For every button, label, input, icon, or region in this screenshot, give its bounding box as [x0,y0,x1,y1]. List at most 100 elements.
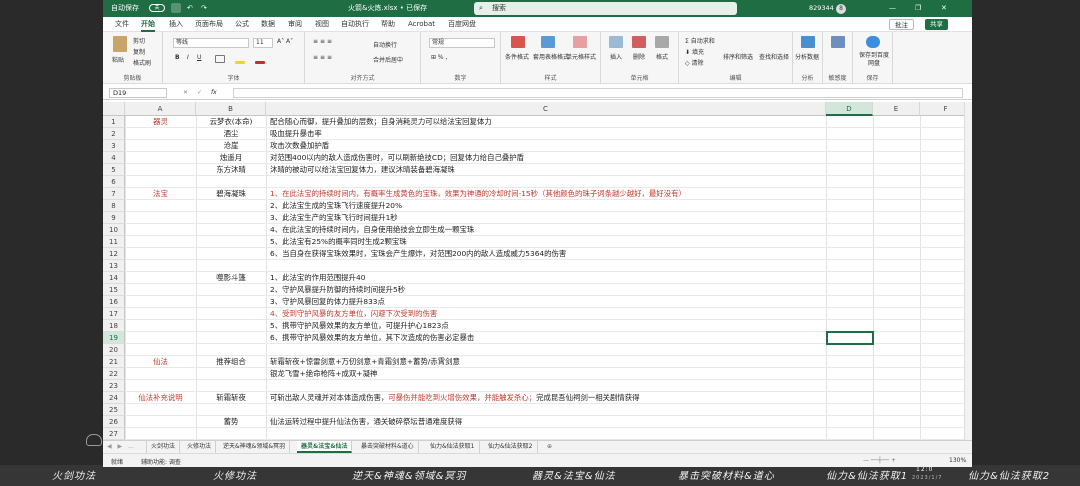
cell-b[interactable]: 推荐组合 [196,356,266,368]
row-header[interactable]: 1 [103,116,125,128]
save-icon[interactable] [171,0,181,17]
font-size-select[interactable]: 11 [253,38,273,48]
col-header-d[interactable]: D [826,102,873,116]
cell-b[interactable]: 蓄势 [196,416,266,428]
row-header[interactable]: 20 [103,344,125,356]
row-header[interactable]: 24 [103,392,125,404]
tab-xianli-1[interactable]: 仙力&仙法获取1 [426,441,480,453]
menu-review[interactable]: 审阅 [288,17,302,32]
cell-c[interactable]: 2、此法宝生成的宝珠飞行速度提升20% [270,200,402,212]
cell-b[interactable]: 酒尘 [196,128,266,140]
share-button[interactable]: 共享 [925,19,948,30]
autosum-button[interactable]: Σ 自动求和 [685,36,715,45]
number-format-select[interactable]: 常规 [429,38,495,48]
cell-b[interactable]: 云梦衣(本命) [196,116,266,128]
wrap-text-button[interactable]: 自动换行 [373,40,397,49]
delete-cells-button[interactable]: 删除 [633,52,645,61]
merge-center-button[interactable]: 合并后居中 [373,55,403,64]
paste-icon[interactable] [113,36,127,52]
cell-c[interactable]: 5、携带守护风暴效果的友方单位，可提升护心1823点 [270,320,449,332]
format-cells-button[interactable]: 格式 [656,52,668,61]
underline-icon[interactable]: U [197,54,201,61]
align-top-icons[interactable]: ≡≡≡ [313,38,334,45]
cancel-icon[interactable]: ✕ [183,89,188,96]
row-header[interactable]: 6 [103,176,125,188]
row-header[interactable]: 19 [103,332,125,344]
select-all-corner[interactable] [103,102,125,116]
analyze-data-button[interactable]: 分析数据 [795,52,819,61]
comments-button[interactable]: 批注 [889,19,914,30]
cell-a[interactable]: 法宝 [125,188,196,200]
cell-c[interactable]: 6、携带守护风暴效果的友方单位，其下次造成的伤害必定暴击 [270,332,474,344]
find-select-button[interactable]: 查找和选择 [759,52,789,61]
format-painter-button[interactable]: 格式刷 [133,58,151,67]
cell-b[interactable]: 碧海凝珠 [196,188,266,200]
cell-c[interactable]: 沐晴的被动可以给法宝回复体力，建议沐晴装备碧海凝珠 [270,164,455,176]
row-header[interactable]: 26 [103,416,125,428]
cell-c[interactable]: 1、在此法宝的持续时间内，有概率生成黄色的宝珠，效果为神通的冷却时间-15秒（其… [270,188,686,200]
analyze-data-icon[interactable] [801,36,815,48]
row-header[interactable]: 16 [103,296,125,308]
cell-c[interactable]: 斩霜斩夜+惊雷剑意+万仞剑意+青霜剑意+蓄势/赤霄剑意 [270,356,460,368]
col-header-e[interactable]: E [873,102,920,116]
insert-cells-button[interactable]: 插入 [610,52,622,61]
menu-home[interactable]: 开始 [141,17,155,32]
row-header[interactable]: 3 [103,140,125,152]
cell-c[interactable]: 4、在此法宝的持续时间内，自身使用绝技会立即生成一颗宝珠 [270,224,474,236]
cell-b[interactable]: 沧崖 [196,140,266,152]
currency-icon[interactable]: ⊞ % , [431,54,447,61]
undo-icon[interactable]: ↶ [187,0,193,17]
menu-help[interactable]: 帮助 [381,17,395,32]
clear-button[interactable]: ◇ 清除 [685,58,704,67]
menu-formulas[interactable]: 公式 [235,17,249,32]
row-header[interactable]: 5 [103,164,125,176]
cell-a[interactable]: 仙法 [125,356,196,368]
worksheet-grid[interactable]: A B C D E F 1 器灵 云梦衣(本命) 配合随心而御，提升叠加的层数；自身消… [103,102,972,440]
row-header[interactable]: 10 [103,224,125,236]
table-format-icon[interactable] [541,36,555,48]
cell-c[interactable]: 1、此法宝的作用范围提升40 [270,272,365,284]
row-header[interactable]: 9 [103,212,125,224]
avatar[interactable]: 8 [836,4,846,14]
restore-icon[interactable]: ❐ [915,0,921,17]
cell-style-icon[interactable] [573,36,587,48]
zoom-slider[interactable]: — ──┼── + [863,457,896,464]
cell-c[interactable]: 银龙飞雪+绝命枪阵+成双+凝神 [270,368,377,380]
paste-label[interactable]: 粘贴 [112,55,124,64]
row-header[interactable]: 21 [103,356,125,368]
menu-view[interactable]: 视图 [315,17,329,32]
vertical-scrollbar[interactable] [964,102,972,440]
bold-icon[interactable]: B [175,54,180,61]
cut-button[interactable]: 剪切 [133,36,145,45]
cell-c[interactable]: 配合随心而御，提升叠加的层数；自身消耗灵力可以给法宝回复体力 [270,116,492,128]
row-header[interactable]: 14 [103,272,125,284]
conditional-format-button[interactable]: 条件格式 [505,52,529,61]
tab-nav-arrows[interactable]: ◀ ▶ … [103,441,147,453]
cell-c[interactable]: 3、守护风暴回复的体力提升833点 [270,296,385,308]
cell-c[interactable]: 4、受到守护风暴的友方单位，闪避下次受到的伤害 [270,308,437,320]
autosave-toggle[interactable]: 关 [149,4,165,12]
format-cells-icon[interactable] [655,36,669,48]
cell-c[interactable]: 攻击次数叠加护盾 [270,140,329,152]
cell-c[interactable]: 可斩出敌人灵魂并对本体造成伤害，可暴伤并能吃到火增伤效果，并能触发杀心；完成昆吾… [270,392,640,404]
cell-a[interactable]: 仙法补充说明 [125,392,196,404]
zoom-level[interactable]: 130% [949,457,966,464]
cell-style-button[interactable]: 单元格样式 [566,52,596,61]
baidu-cloud-icon[interactable] [866,36,880,48]
row-header[interactable]: 15 [103,284,125,296]
close-icon[interactable]: ✕ [941,0,947,17]
tab-fire-cultivation[interactable]: 火修功法 [183,441,217,453]
menu-acrobat[interactable]: Acrobat [408,17,435,32]
row-header[interactable]: 4 [103,152,125,164]
menu-baidu[interactable]: 百度网盘 [448,17,476,32]
row-header[interactable]: 8 [103,200,125,212]
menu-data[interactable]: 数据 [261,17,275,32]
cell-c[interactable]: 6、当自身在获得宝珠效果时，宝珠会产生爆炸，对范围200内的敌人造成威力5364… [270,248,566,260]
tab-fire-sword[interactable]: 火剑功法 [147,441,181,453]
menu-automate[interactable]: 自动执行 [341,17,369,32]
row-header[interactable]: 27 [103,428,125,440]
row-header[interactable]: 22 [103,368,125,380]
tab-crit[interactable]: 暴击突破材料&道心 [357,441,419,453]
sensitivity-icon[interactable] [831,36,845,48]
cell-b[interactable]: 噬影斗篷 [196,272,266,284]
